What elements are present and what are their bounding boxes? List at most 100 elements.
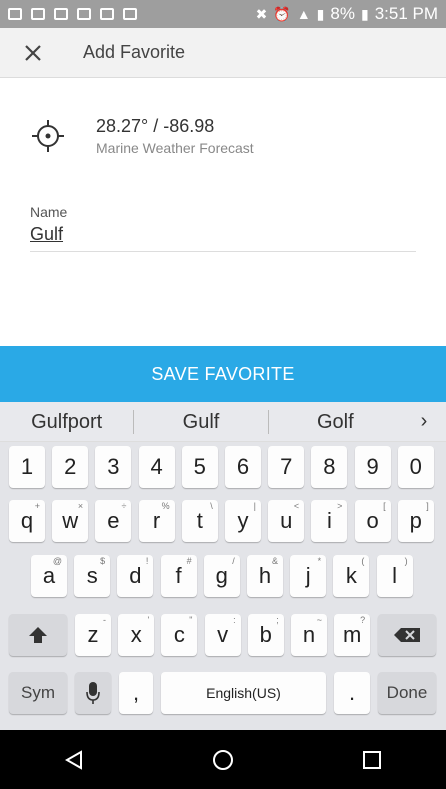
home-button[interactable] <box>193 740 253 780</box>
key-hint: ÷ <box>121 501 127 511</box>
key-label: 4 <box>150 454 163 479</box>
key-7[interactable]: 7 <box>268 446 305 488</box>
name-label: Name <box>30 204 68 220</box>
key-label: s <box>86 563 98 588</box>
location-row: 28.27° / -86.98 Marine Weather Forecast <box>0 108 446 164</box>
key-label: c <box>173 622 185 647</box>
key-i[interactable]: i > <box>311 500 348 542</box>
key-hint: \ <box>210 501 213 511</box>
key-label: m <box>343 622 362 647</box>
key-r[interactable]: r% <box>138 500 175 542</box>
key-label: z <box>87 622 99 647</box>
chevron-right-icon[interactable]: › <box>402 410 446 433</box>
key-hint: : <box>233 615 236 625</box>
suggestion-item[interactable]: Golf <box>267 409 402 434</box>
key-j[interactable]: j * <box>290 555 327 597</box>
key-u[interactable]: u < <box>268 500 305 542</box>
home-icon <box>212 749 233 770</box>
alarm-icon: ⏰ <box>273 5 291 22</box>
key-hint: ' <box>147 615 150 625</box>
key-z[interactable]: z- <box>75 614 111 656</box>
key-8[interactable]: 8 <box>311 446 348 488</box>
key-o[interactable]: o[ <box>354 500 391 542</box>
back-button[interactable] <box>44 740 104 780</box>
key-k[interactable]: k( <box>333 555 370 597</box>
key-v[interactable]: v: <box>204 614 241 656</box>
notification-icons <box>8 8 137 20</box>
key-hint: < <box>293 501 300 511</box>
shift-icon <box>29 627 47 643</box>
key-hint: ? <box>360 615 366 625</box>
app-bar: Add Favorite <box>0 28 446 78</box>
key-y[interactable]: y | <box>225 500 261 542</box>
voice-input-key[interactable] <box>75 672 111 714</box>
key-row-2: a @ s $ d! f # g / h & j * k(l) <box>0 555 446 597</box>
key-label: h <box>258 563 272 588</box>
key-9[interactable]: 9 <box>354 446 391 488</box>
key-n[interactable]: n ~ <box>291 614 327 656</box>
suggestion-item[interactable]: Gulf <box>133 409 267 434</box>
key-p[interactable]: p] <box>397 500 434 542</box>
bottom-key-row: Sym , English(US) . Done <box>0 672 446 714</box>
wifi-icon: ▲ <box>296 6 311 22</box>
key-c[interactable]: c " <box>161 614 198 656</box>
key-hint: @ <box>52 556 62 566</box>
key-w[interactable]: w × <box>52 500 89 542</box>
key-g[interactable]: g / <box>203 555 240 597</box>
key-3[interactable]: 3 <box>95 446 132 488</box>
suggestion-bar: Gulfport Gulf Golf › <box>0 402 446 442</box>
shift-key[interactable] <box>9 614 67 656</box>
period-key[interactable]: . <box>334 672 370 714</box>
key-e[interactable]: e ÷ <box>95 500 132 542</box>
key-5[interactable]: 5 <box>181 446 218 488</box>
key-4[interactable]: 4 <box>138 446 175 488</box>
key-a[interactable]: a @ <box>31 555 67 597</box>
key-x[interactable]: x ' <box>118 614 155 656</box>
notification-icon <box>54 8 68 20</box>
key-d[interactable]: d! <box>117 555 154 597</box>
space-key[interactable]: English(US) <box>161 672 326 714</box>
notification-icon <box>77 8 91 20</box>
comma-key[interactable]: , <box>119 672 153 714</box>
suggestion-item[interactable]: Gulfport <box>0 410 133 434</box>
key-q[interactable]: q + <box>9 500 45 542</box>
key-hint: * <box>317 556 322 566</box>
key-b[interactable]: b; <box>247 614 284 656</box>
key-f[interactable]: f # <box>160 555 197 597</box>
key-label: w <box>62 508 79 533</box>
sym-key[interactable]: Sym <box>9 672 67 714</box>
name-input[interactable]: Gulf <box>30 224 416 252</box>
key-label: q <box>20 508 34 533</box>
location-coordinates: 28.27° / -86.98 <box>96 116 215 136</box>
key-hint: ! <box>145 556 149 566</box>
key-2[interactable]: 2 <box>52 446 89 488</box>
key-hint: ; <box>276 615 279 625</box>
key-l[interactable]: l) <box>376 555 413 597</box>
name-field[interactable]: Name Gulf <box>30 204 416 252</box>
notification-icon <box>8 8 22 20</box>
key-label: 8 <box>323 454 336 479</box>
key-label: 3 <box>107 454 120 479</box>
recents-icon <box>362 750 381 769</box>
save-favorite-button[interactable]: SAVE FAVORITE <box>0 346 446 402</box>
key-label: l <box>392 563 398 588</box>
navigation-bar <box>0 730 446 789</box>
keyboard: Gulfport Gulf Golf › 123 4567890 q + w × e ÷ r%… <box>0 402 446 730</box>
key-row-3: z - x ' c " v: b; n ~ m? <box>0 614 446 656</box>
close-button[interactable] <box>0 28 66 78</box>
status-bar: ✖ ⏰ ▲ ▮ 8% ▮ 3:51 PM <box>0 0 446 28</box>
key-1[interactable]: 1 <box>9 446 45 488</box>
key-label: 1 <box>20 454 34 479</box>
key-label: u <box>280 508 293 533</box>
name-input-value: Gulf <box>30 224 64 244</box>
key-m[interactable]: m? <box>334 614 371 656</box>
key-label: x <box>130 622 142 647</box>
recents-button[interactable] <box>342 740 402 780</box>
key-t[interactable]: t \ <box>181 500 218 542</box>
key-6[interactable]: 6 <box>225 446 261 488</box>
key-s[interactable]: s $ <box>74 555 111 597</box>
backspace-key[interactable] <box>378 614 436 656</box>
key-0[interactable]: 0 <box>397 446 434 488</box>
done-key[interactable]: Done <box>378 672 436 714</box>
key-h[interactable]: h & <box>247 555 283 597</box>
